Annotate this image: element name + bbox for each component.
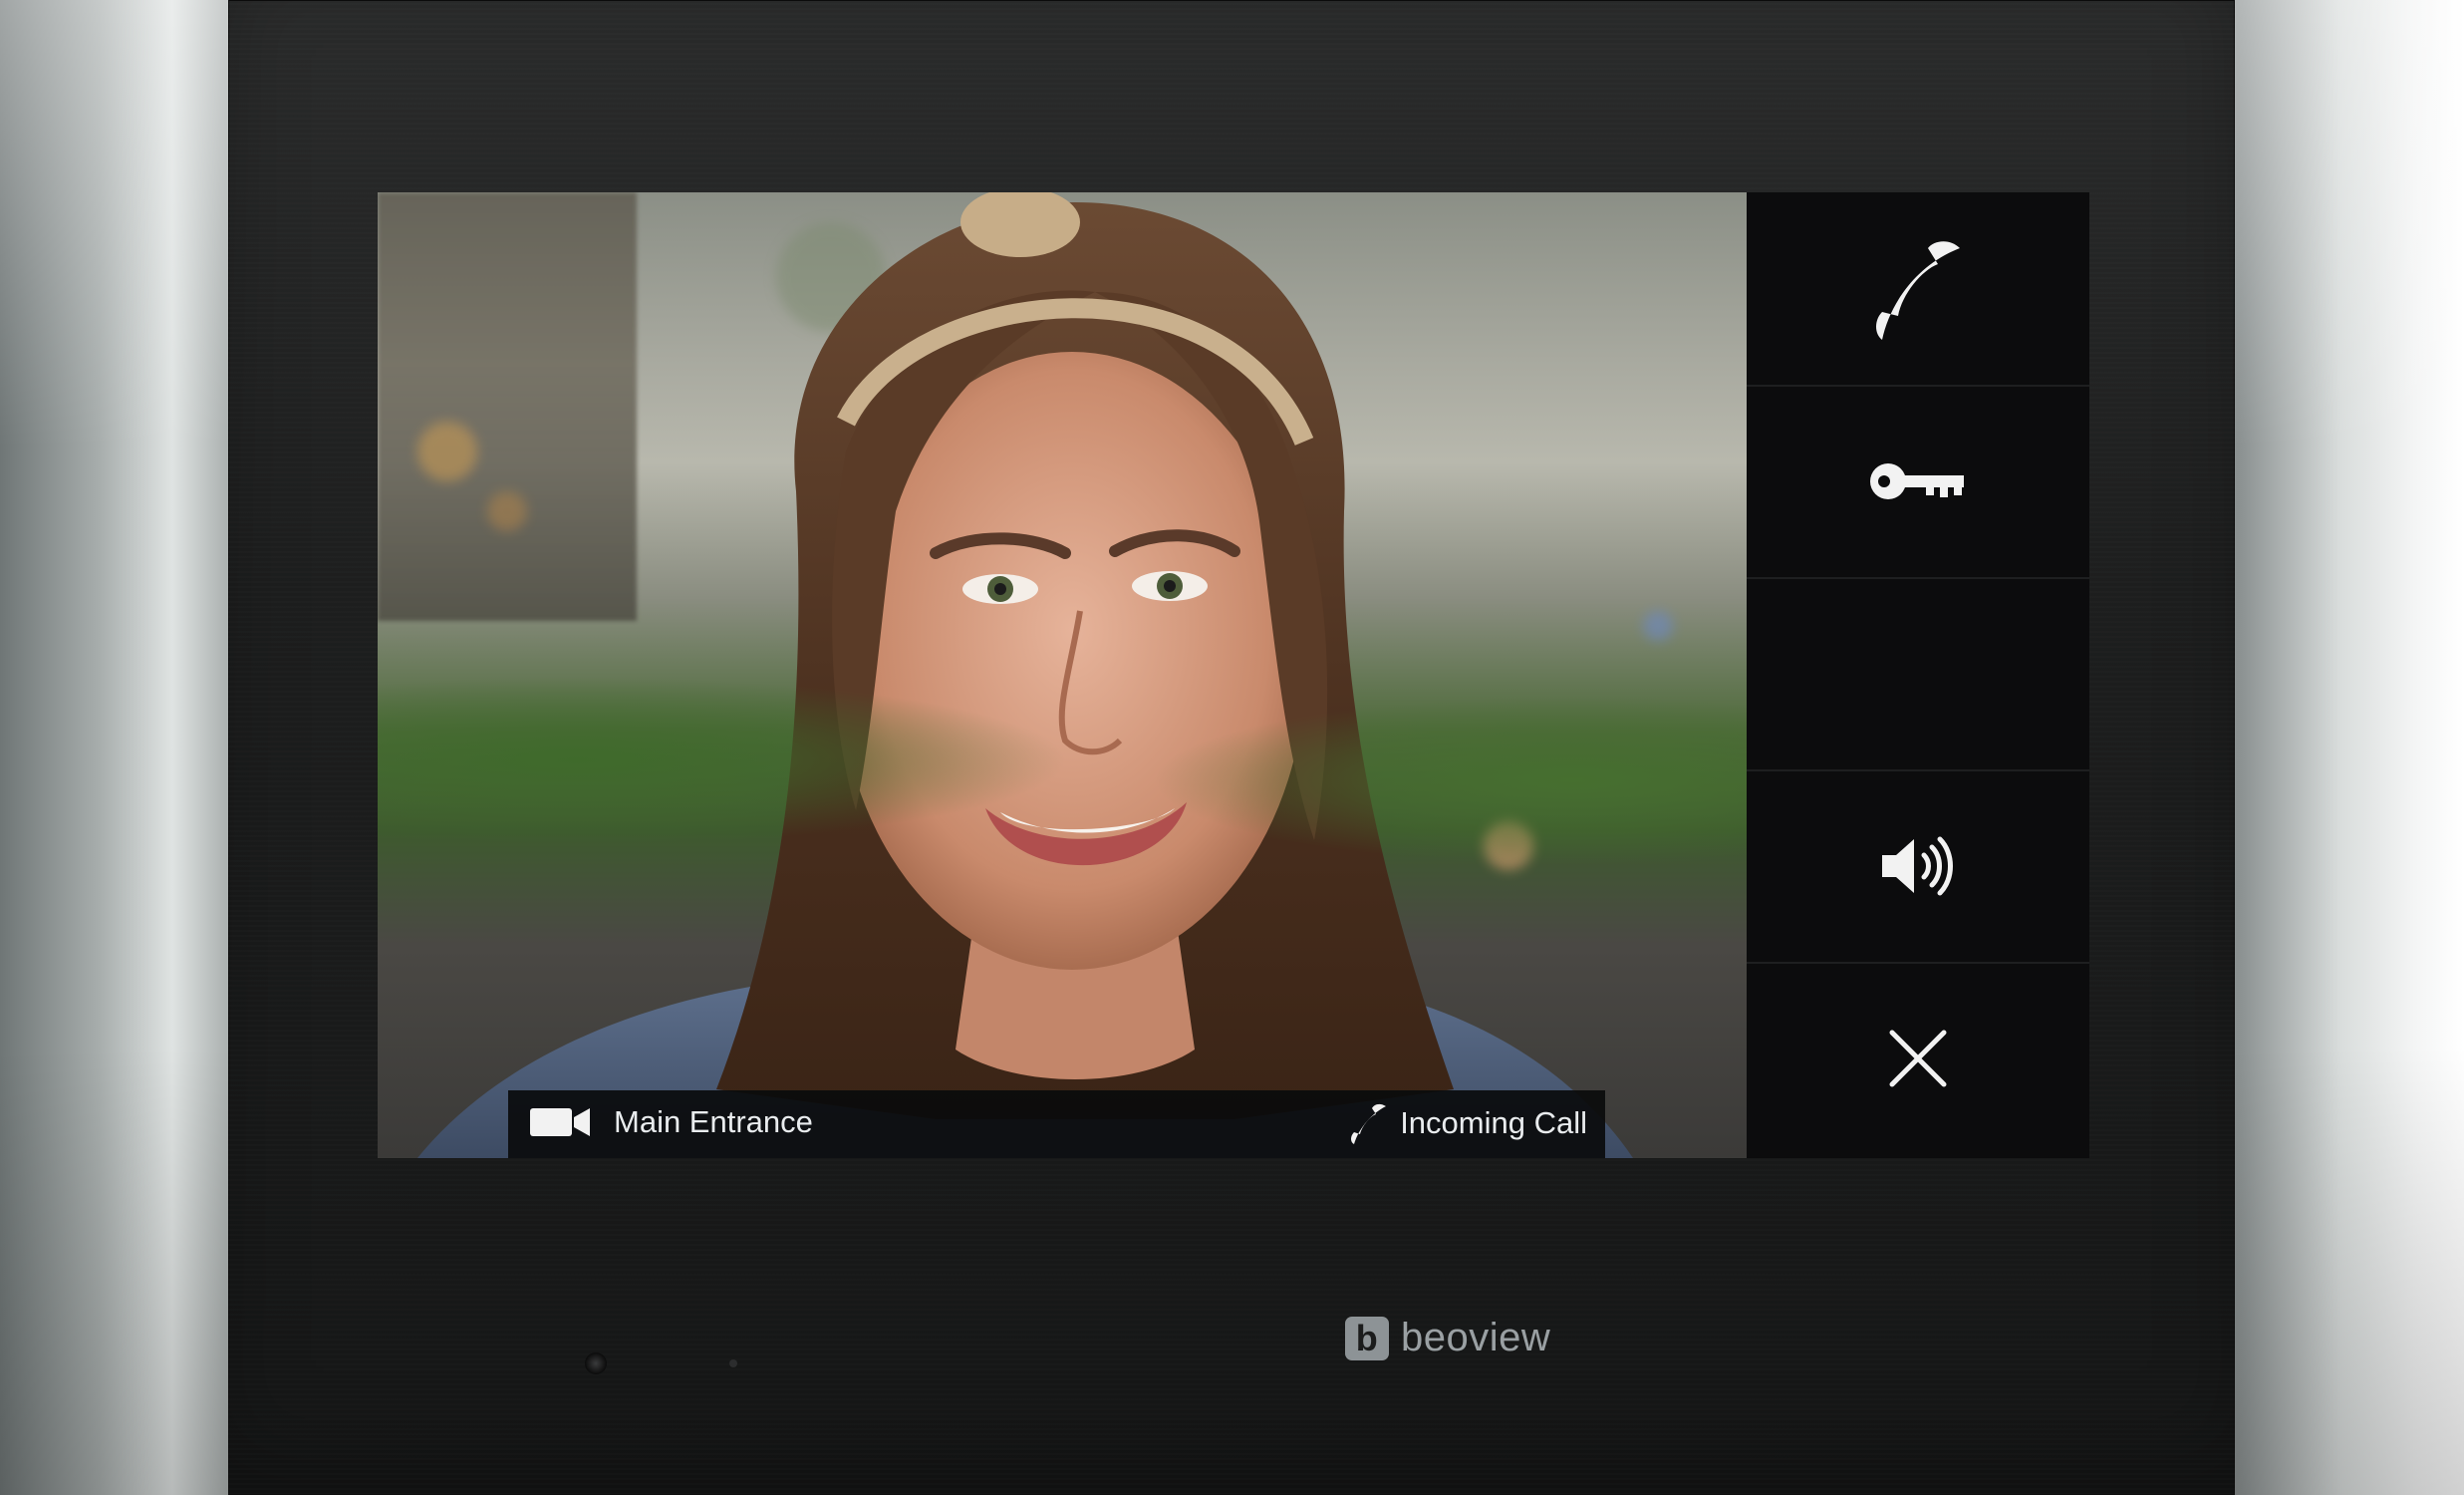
camera-lens: [585, 1352, 607, 1374]
speaker-volume-icon: [1882, 836, 1953, 895]
call-status-bar: Main Entrance Incoming Call: [508, 1090, 1605, 1158]
unlock-door-button[interactable]: [1747, 385, 2089, 579]
volume-button[interactable]: [1747, 769, 2089, 964]
brand-logo-icon: b: [1345, 1316, 1389, 1360]
call-control-sidebar: [1747, 192, 2089, 1158]
close-icon: [1889, 1030, 1947, 1086]
incoming-call-icon: [1351, 1103, 1387, 1144]
touch-screen: Main Entrance Incoming Call: [378, 192, 2089, 1158]
end-call-button[interactable]: [1747, 962, 2089, 1154]
answer-call-button[interactable]: [1747, 192, 2089, 387]
video-camera-icon: [530, 1108, 590, 1136]
brand-name: beoview: [1401, 1316, 1551, 1359]
empty-button-slot: [1747, 577, 2089, 771]
phone-handset-icon: [1876, 240, 1960, 340]
call-status-text: Incoming Call: [1400, 1105, 1587, 1140]
video-feed: [378, 192, 1747, 1158]
visitor-image: [417, 192, 1633, 1158]
camera-label: Main Entrance: [614, 1104, 813, 1139]
light-sensor: [729, 1359, 737, 1367]
brand-mark: b beoview: [1345, 1316, 1550, 1360]
key-icon: [1870, 462, 1964, 499]
